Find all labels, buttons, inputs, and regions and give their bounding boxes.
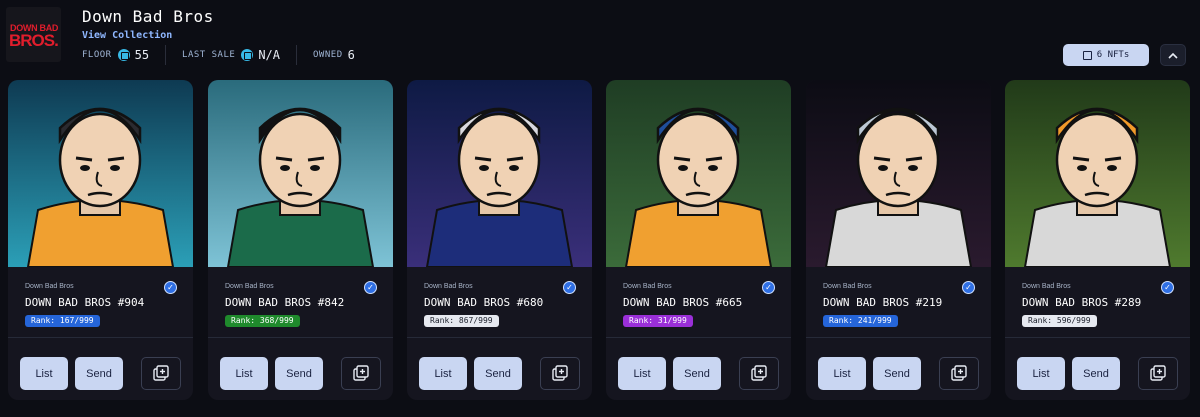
nft-name: DOWN BAD BROS #842: [225, 296, 345, 309]
rank-badge: Rank: 596/999: [1022, 315, 1097, 327]
nft-collection-name: Down Bad Bros: [225, 283, 274, 290]
nft-card[interactable]: Down Bad Bros ✓ DOWN BAD BROS #289 Rank:…: [1005, 80, 1190, 400]
nft-count-button[interactable]: 6 NFTs: [1063, 44, 1149, 66]
last-sale-stat: LAST SALE N/A: [182, 45, 280, 65]
owned-label: OWNED: [313, 50, 343, 60]
add-to-selection-button[interactable]: [939, 357, 979, 390]
nft-collection-name: Down Bad Bros: [823, 283, 872, 290]
send-button[interactable]: Send: [75, 357, 123, 390]
last-sale-label: LAST SALE: [182, 50, 236, 60]
nft-meta: Down Bad Bros ✓ DOWN BAD BROS #219 Rank:…: [806, 267, 991, 337]
verified-badge-icon: ✓: [962, 281, 975, 294]
nft-collection-name: Down Bad Bros: [25, 283, 74, 290]
send-button[interactable]: Send: [474, 357, 522, 390]
nft-collection-name: Down Bad Bros: [623, 283, 672, 290]
list-button[interactable]: List: [1017, 357, 1065, 390]
floor-stat: FLOOR 55: [82, 45, 149, 65]
floor-value: 55: [134, 48, 150, 62]
logo-text-bottom: BROS.: [9, 31, 59, 50]
nft-card[interactable]: Down Bad Bros ✓ DOWN BAD BROS #680 Rank:…: [407, 80, 592, 400]
list-button[interactable]: List: [419, 357, 467, 390]
card-divider: [8, 337, 193, 338]
nft-name: DOWN BAD BROS #289: [1022, 296, 1142, 309]
card-divider: [806, 337, 991, 338]
list-button[interactable]: List: [618, 357, 666, 390]
owned-value: 6: [347, 48, 355, 62]
card-divider: [606, 337, 791, 338]
rank-badge: Rank: 368/999: [225, 315, 300, 327]
list-button[interactable]: List: [818, 357, 866, 390]
sol-icon: [117, 49, 130, 61]
nft-meta: Down Bad Bros ✓ DOWN BAD BROS #289 Rank:…: [1005, 267, 1190, 337]
nft-card[interactable]: Down Bad Bros ✓ DOWN BAD BROS #904 Rank:…: [8, 80, 193, 400]
collapse-button[interactable]: [1160, 44, 1186, 66]
card-divider: [407, 337, 592, 338]
card-divider: [208, 337, 393, 338]
collection-title: Down Bad Bros: [82, 7, 214, 26]
card-divider: [1005, 337, 1190, 338]
nft-card[interactable]: Down Bad Bros ✓ DOWN BAD BROS #219 Rank:…: [806, 80, 991, 400]
add-to-stack-icon: [552, 364, 568, 381]
verified-badge-icon: ✓: [762, 281, 775, 294]
collection-logo: DOWN BAD BROS.: [6, 7, 61, 62]
rank-badge: Rank: 867/999: [424, 315, 499, 327]
nft-name: DOWN BAD BROS #904: [25, 296, 145, 309]
add-to-stack-icon: [353, 364, 369, 381]
verified-badge-icon: ✓: [164, 281, 177, 294]
nft-image[interactable]: [1005, 80, 1190, 267]
grid-icon: [1082, 50, 1092, 60]
nft-card[interactable]: Down Bad Bros ✓ DOWN BAD BROS #842 Rank:…: [208, 80, 393, 400]
owned-stat: OWNED 6: [313, 45, 355, 65]
nft-image[interactable]: [8, 80, 193, 267]
add-to-stack-icon: [951, 364, 967, 381]
rank-badge: Rank: 31/999: [623, 315, 693, 327]
add-to-stack-icon: [751, 364, 767, 381]
nft-grid: Down Bad Bros ✓ DOWN BAD BROS #904 Rank:…: [8, 80, 1200, 410]
send-button[interactable]: Send: [673, 357, 721, 390]
verified-badge-icon: ✓: [563, 281, 576, 294]
collection-header: DOWN BAD BROS. Down Bad Bros View Collec…: [0, 0, 1200, 80]
view-collection-link[interactable]: View Collection: [82, 30, 172, 41]
send-button[interactable]: Send: [1072, 357, 1120, 390]
nft-name: DOWN BAD BROS #219: [823, 296, 943, 309]
verified-badge-icon: ✓: [1161, 281, 1174, 294]
send-button[interactable]: Send: [873, 357, 921, 390]
send-button[interactable]: Send: [275, 357, 323, 390]
collection-stats: FLOOR 55 LAST SALE N/A OWNED 6: [82, 45, 355, 65]
list-button[interactable]: List: [220, 357, 268, 390]
stat-divider: [296, 45, 298, 65]
nft-image[interactable]: [208, 80, 393, 267]
floor-label: FLOOR: [82, 50, 112, 60]
nft-name: DOWN BAD BROS #665: [623, 296, 743, 309]
nft-image[interactable]: [606, 80, 791, 267]
nft-collection-name: Down Bad Bros: [1022, 283, 1071, 290]
rank-badge: Rank: 241/999: [823, 315, 898, 327]
add-to-stack-icon: [153, 364, 169, 381]
nft-meta: Down Bad Bros ✓ DOWN BAD BROS #904 Rank:…: [8, 267, 193, 337]
stat-divider: [165, 45, 167, 65]
last-sale-value: N/A: [258, 48, 281, 62]
add-to-stack-icon: [1150, 364, 1166, 381]
nft-image[interactable]: [806, 80, 991, 267]
add-to-selection-button[interactable]: [739, 357, 779, 390]
list-button[interactable]: List: [20, 357, 68, 390]
nft-meta: Down Bad Bros ✓ DOWN BAD BROS #680 Rank:…: [407, 267, 592, 337]
nft-count-label: 6 NFTs: [1096, 50, 1130, 60]
add-to-selection-button[interactable]: [341, 357, 381, 390]
add-to-selection-button[interactable]: [540, 357, 580, 390]
add-to-selection-button[interactable]: [141, 357, 181, 390]
nft-meta: Down Bad Bros ✓ DOWN BAD BROS #665 Rank:…: [606, 267, 791, 337]
nft-collection-name: Down Bad Bros: [424, 283, 473, 290]
nft-image[interactable]: [407, 80, 592, 267]
nft-name: DOWN BAD BROS #680: [424, 296, 544, 309]
nft-meta: Down Bad Bros ✓ DOWN BAD BROS #842 Rank:…: [208, 267, 393, 337]
chevron-up-icon: [1168, 52, 1178, 59]
sol-icon: [241, 49, 254, 61]
rank-badge: Rank: 167/999: [25, 315, 100, 327]
add-to-selection-button[interactable]: [1138, 357, 1178, 390]
nft-card[interactable]: Down Bad Bros ✓ DOWN BAD BROS #665 Rank:…: [606, 80, 791, 400]
verified-badge-icon: ✓: [364, 281, 377, 294]
